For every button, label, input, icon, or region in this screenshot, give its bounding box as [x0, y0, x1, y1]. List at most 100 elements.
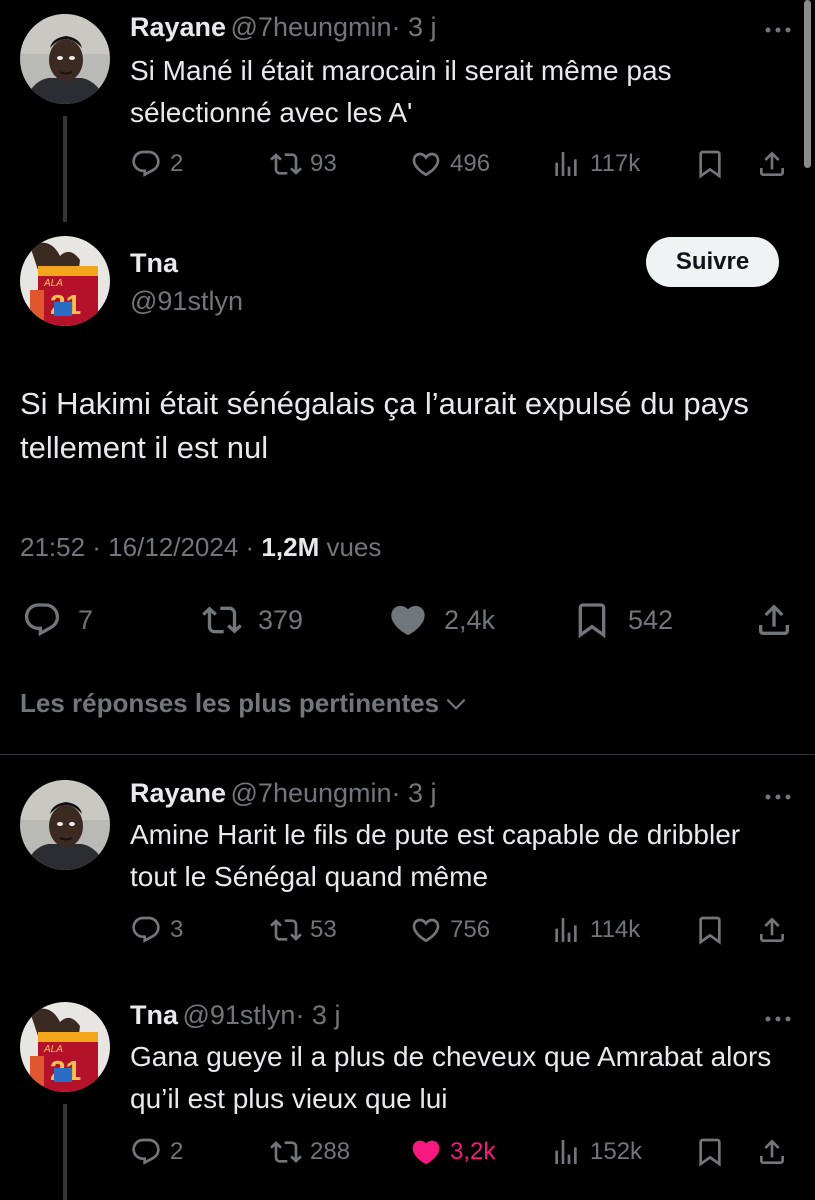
like-button[interactable]: 756 — [410, 910, 490, 950]
retweet-count: 53 — [310, 916, 337, 943]
views-icon — [550, 914, 582, 946]
like-count: 756 — [450, 916, 491, 943]
bookmark-icon — [694, 1136, 726, 1168]
tweet-actions: 2 288 3,2k 152k — [130, 1132, 795, 1172]
chevron-down-icon — [446, 698, 466, 710]
tweet-header: Tna @91stlyn· 3 j — [130, 1000, 340, 1031]
reply-icon — [130, 1136, 162, 1168]
views-count: 114k — [590, 916, 641, 943]
retweet-button[interactable]: 53 — [270, 910, 337, 950]
author-handle[interactable]: @91stlyn — [182, 1000, 295, 1030]
more-icon[interactable] — [763, 1011, 793, 1021]
avatar-image — [20, 780, 110, 870]
sort-label: Les réponses les plus pertinentes — [20, 688, 440, 718]
divider — [0, 754, 815, 755]
tweet-time[interactable]: · 3 j — [295, 1000, 340, 1030]
bookmark-button[interactable] — [694, 144, 726, 184]
reply-count: 2 — [170, 1138, 184, 1165]
main-retweet-button[interactable]: 379 — [202, 598, 303, 642]
bookmark-icon — [572, 600, 612, 640]
views-count: 152k — [590, 1138, 643, 1165]
like-button[interactable]: 496 — [410, 144, 490, 184]
more-icon[interactable] — [763, 789, 793, 799]
heart-icon — [388, 600, 428, 640]
avatar-image — [20, 14, 110, 104]
reply-count: 2 — [170, 150, 184, 177]
like-button[interactable]: 3,2k — [410, 1132, 495, 1172]
like-count: 496 — [450, 150, 491, 177]
author-handle[interactable]: @7heungmin — [231, 778, 392, 808]
main-reply-count: 7 — [78, 604, 94, 635]
main-meta: 21:52 · 16/12/2024 · 1,2M vues — [20, 532, 381, 563]
main-actions: 7 379 2,4k 542 — [0, 598, 815, 642]
main-author-handle[interactable]: @91stlyn — [130, 286, 243, 317]
share-button[interactable] — [756, 144, 788, 184]
retweet-button[interactable]: 288 — [270, 1132, 350, 1172]
main-views-count: 1,2M — [261, 532, 320, 562]
heart-icon — [410, 148, 442, 180]
tweet-time[interactable]: · 3 j — [392, 12, 437, 42]
bookmark-icon — [694, 914, 726, 946]
tweet-time[interactable]: · 3 j — [392, 778, 437, 808]
main-like-count: 2,4k — [444, 604, 496, 635]
reply-button[interactable]: 2 — [130, 144, 183, 184]
follow-button[interactable]: Suivre — [646, 237, 779, 287]
main-like-button[interactable]: 2,4k — [388, 598, 495, 642]
views-button[interactable]: 152k — [550, 1132, 642, 1172]
scrollbar[interactable] — [804, 0, 811, 168]
share-icon — [756, 1136, 788, 1168]
reply-icon — [130, 148, 162, 180]
retweet-icon — [202, 600, 242, 640]
views-count: 117k — [590, 150, 641, 177]
main-retweet-count: 379 — [258, 604, 304, 635]
bookmark-button[interactable] — [694, 1132, 726, 1172]
reply-icon — [22, 600, 62, 640]
retweet-icon — [270, 1136, 302, 1168]
tweet-text: Si Mané il était marocain il serait même… — [130, 55, 672, 128]
retweet-icon — [270, 148, 302, 180]
bookmark-icon — [694, 148, 726, 180]
avatar-image — [20, 236, 110, 326]
main-avatar[interactable] — [20, 236, 110, 326]
main-reply-button[interactable]: 7 — [22, 598, 93, 642]
main-author-name[interactable]: Tna — [130, 248, 178, 279]
author-name[interactable]: Tna — [130, 1000, 178, 1030]
main-views-label: vues — [326, 532, 382, 562]
author-name[interactable]: Rayane — [130, 12, 226, 42]
main-bookmark-button[interactable]: 542 — [572, 598, 673, 642]
main-tweet-text: Si Hakimi était sénégalais ça l’aurait e… — [20, 386, 749, 465]
retweet-count: 93 — [310, 150, 337, 177]
tweet-text: Amine Harit le fils de pute est capable … — [130, 819, 741, 892]
avatar[interactable] — [20, 780, 110, 870]
views-icon — [550, 148, 582, 180]
tweet-actions: 3 53 756 114k — [130, 910, 795, 950]
reply-button[interactable]: 2 — [130, 1132, 183, 1172]
main-share-button[interactable] — [754, 598, 794, 642]
author-name[interactable]: Rayane — [130, 778, 226, 808]
tweet-header: Rayane @7heungmin· 3 j — [130, 778, 437, 809]
reply-count: 3 — [170, 916, 184, 943]
retweet-count: 288 — [310, 1138, 351, 1165]
sort-replies[interactable]: Les réponses les plus pertinentes — [20, 688, 469, 719]
views-icon — [550, 1136, 582, 1168]
tweet-actions: 2 93 496 117k — [130, 144, 795, 184]
main-bookmark-count: 542 — [628, 604, 674, 635]
avatar[interactable] — [20, 14, 110, 104]
thread-line — [63, 116, 67, 222]
views-button[interactable]: 117k — [550, 144, 640, 184]
author-handle[interactable]: @7heungmin — [231, 12, 392, 42]
share-button[interactable] — [756, 1132, 788, 1172]
share-icon — [754, 600, 794, 640]
share-icon — [756, 914, 788, 946]
retweet-button[interactable]: 93 — [270, 144, 337, 184]
main-timestamp[interactable]: 21:52 · 16/12/2024 · — [20, 532, 254, 562]
reply-button[interactable]: 3 — [130, 910, 183, 950]
avatar[interactable] — [20, 1002, 110, 1092]
bookmark-button[interactable] — [694, 910, 726, 950]
share-button[interactable] — [756, 910, 788, 950]
avatar-image — [20, 1002, 110, 1092]
more-icon[interactable] — [763, 22, 793, 32]
tweet-header: Rayane @7heungmin· 3 j — [130, 12, 437, 43]
reply-icon — [130, 914, 162, 946]
views-button[interactable]: 114k — [550, 910, 640, 950]
